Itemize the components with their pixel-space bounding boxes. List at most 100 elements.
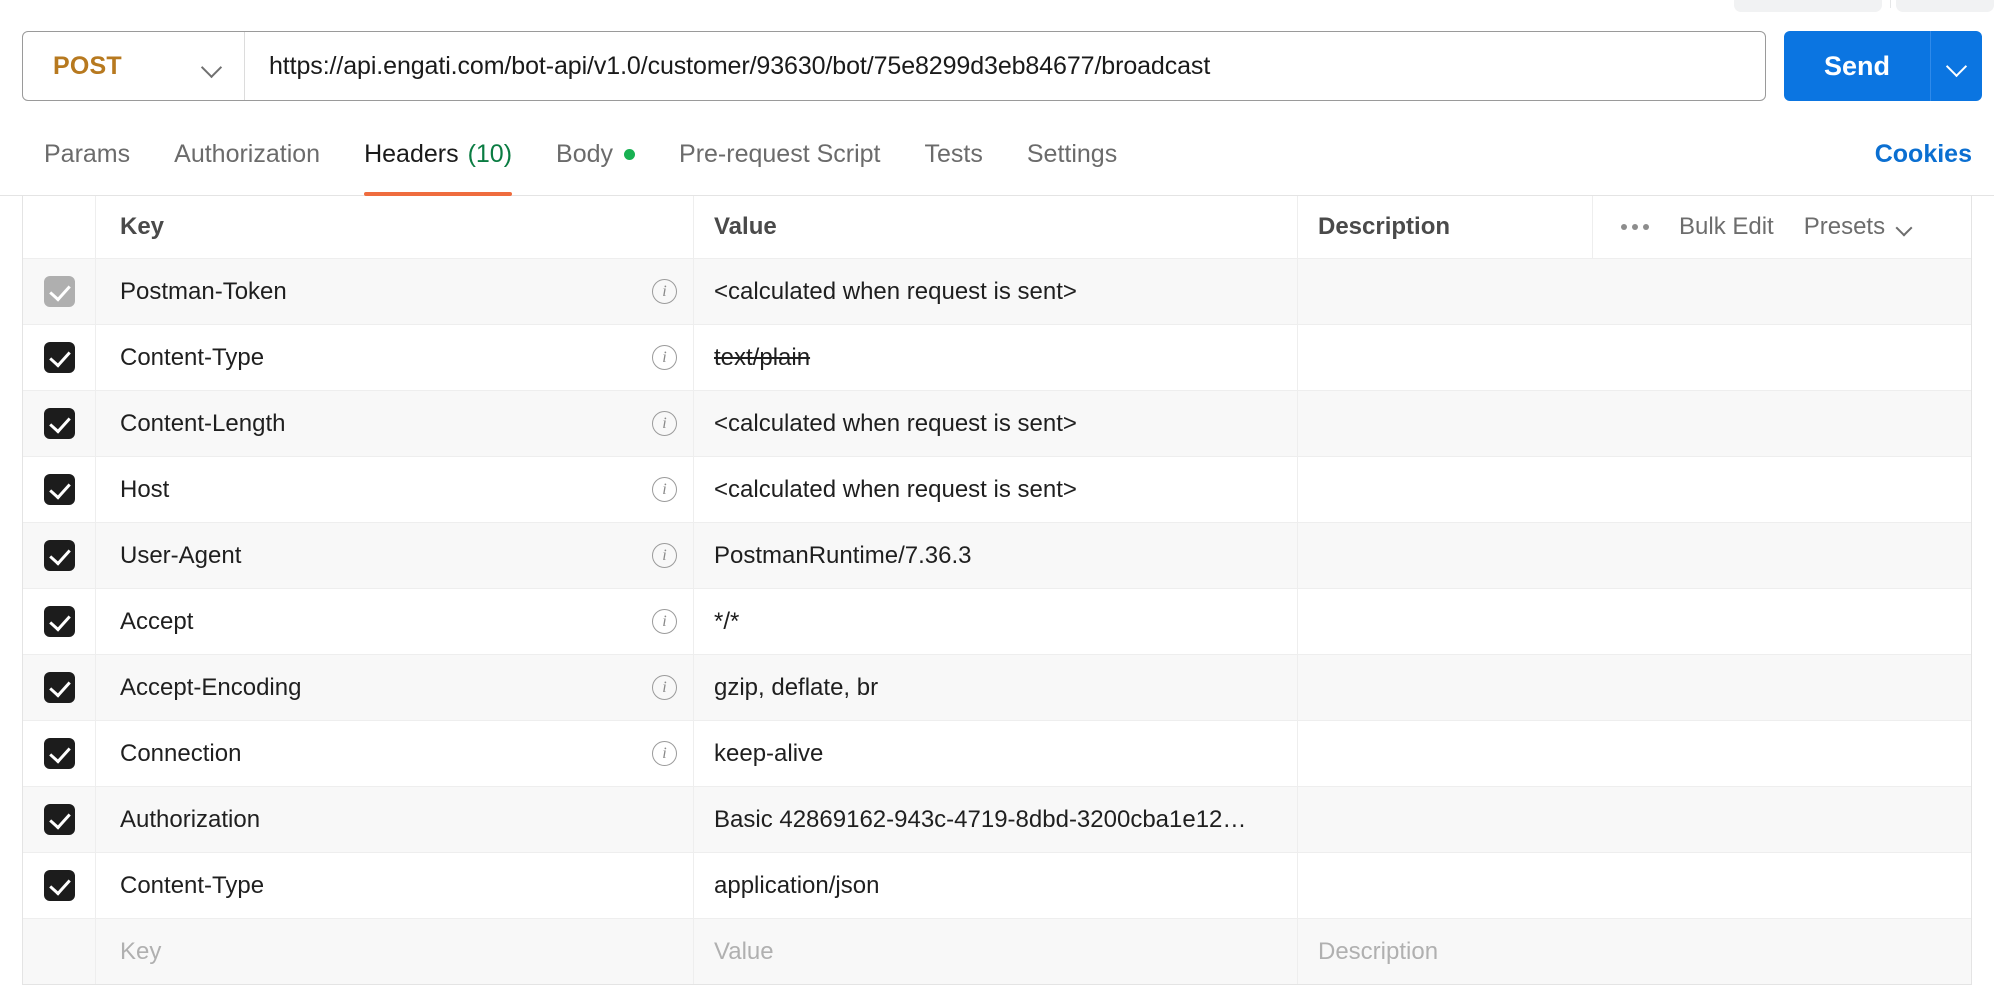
row-checkbox[interactable] — [44, 672, 75, 703]
send-button[interactable]: Send — [1784, 31, 1930, 101]
info-icon[interactable]: i — [652, 345, 677, 370]
row-key-cell[interactable]: Content-Type i — [96, 325, 694, 390]
row-description-cell[interactable] — [1298, 853, 1971, 918]
row-description-cell[interactable] — [1298, 391, 1971, 456]
row-value-cell[interactable]: text/plain — [694, 325, 1298, 390]
row-checkbox[interactable] — [44, 804, 75, 835]
column-header-key: Key — [96, 196, 694, 258]
info-icon[interactable]: i — [652, 279, 677, 304]
row-value: gzip, deflate, br — [714, 674, 878, 702]
tab-label: Authorization — [174, 140, 320, 169]
row-key: Accept-Encoding — [120, 674, 301, 702]
row-value: <calculated when request is sent> — [714, 278, 1077, 306]
info-icon[interactable]: i — [652, 411, 677, 436]
row-key-cell[interactable]: Postman-Token i — [96, 259, 694, 324]
row-checkbox-cell — [23, 523, 96, 588]
tab-pre-request-script[interactable]: Pre-request Script — [657, 128, 902, 196]
row-checkbox-cell — [23, 457, 96, 522]
tab-label: Settings — [1027, 140, 1117, 169]
row-checkbox-cell — [23, 325, 96, 390]
row-value-cell[interactable]: gzip, deflate, br — [694, 655, 1298, 720]
row-description-cell[interactable] — [1298, 457, 1971, 522]
send-button-group[interactable]: Send — [1784, 31, 1982, 101]
info-icon[interactable]: i — [652, 741, 677, 766]
chevron-down-icon — [1897, 220, 1912, 235]
table-row: Accept i */* — [23, 588, 1971, 654]
row-description-cell[interactable] — [1298, 259, 1971, 324]
row-checkbox-cell — [23, 787, 96, 852]
row-value-cell[interactable]: <calculated when request is sent> — [694, 457, 1298, 522]
row-value-cell[interactable]: PostmanRuntime/7.36.3 — [694, 523, 1298, 588]
table-row: Content-Type i text/plain — [23, 324, 1971, 390]
row-key: Host — [120, 476, 169, 504]
row-key-cell[interactable]: Host i — [96, 457, 694, 522]
chrome-pill-left — [1734, 0, 1882, 12]
table-row: Connection i keep-alive — [23, 720, 1971, 786]
row-description-cell[interactable] — [1298, 721, 1971, 786]
tab-settings[interactable]: Settings — [1005, 128, 1139, 196]
tab-tests[interactable]: Tests — [903, 128, 1005, 196]
row-key-cell[interactable]: User-Agent i — [96, 523, 694, 588]
chrome-pill-right — [1896, 0, 1994, 12]
info-icon[interactable]: i — [652, 609, 677, 634]
ellipsis-icon[interactable] — [1621, 224, 1649, 230]
tab-label: Headers — [364, 140, 459, 169]
info-icon[interactable]: i — [652, 675, 677, 700]
row-key-cell[interactable]: Accept i — [96, 589, 694, 654]
tab-headers[interactable]: Headers (10) — [342, 128, 534, 196]
tab-body[interactable]: Body — [534, 128, 657, 196]
new-row-key-input[interactable]: Key — [96, 919, 694, 984]
tab-params[interactable]: Params — [22, 128, 152, 196]
body-modified-dot-icon — [624, 149, 635, 160]
row-checkbox[interactable] — [44, 738, 75, 769]
row-checkbox[interactable] — [44, 606, 75, 637]
info-icon[interactable]: i — [652, 543, 677, 568]
row-description-cell[interactable] — [1298, 787, 1971, 852]
row-value-cell[interactable]: Basic 42869162-943c-4719-8dbd-3200cba1e1… — [694, 787, 1298, 852]
row-value-cell[interactable]: */* — [694, 589, 1298, 654]
row-value: Basic 42869162-943c-4719-8dbd-3200cba1e1… — [714, 806, 1246, 834]
row-checkbox[interactable] — [44, 870, 75, 901]
row-value-cell[interactable]: <calculated when request is sent> — [694, 259, 1298, 324]
new-row-value-input[interactable]: Value — [694, 919, 1298, 984]
table-actions: Bulk Edit Presets — [1593, 196, 1971, 258]
row-value: text/plain — [714, 344, 810, 372]
row-checkbox[interactable] — [44, 342, 75, 373]
row-description-cell[interactable] — [1298, 589, 1971, 654]
row-checkbox[interactable] — [44, 474, 75, 505]
send-options-button[interactable] — [1930, 31, 1982, 101]
presets-dropdown[interactable]: Presets — [1804, 213, 1912, 241]
row-checkbox-cell — [23, 259, 96, 324]
url-input[interactable]: https://api.engati.com/bot-api/v1.0/cust… — [245, 32, 1765, 100]
request-tabs-bar: Params Authorization Headers (10) Body P… — [0, 128, 1994, 196]
row-key-cell[interactable]: Content-Type — [96, 853, 694, 918]
row-value-cell[interactable]: application/json — [694, 853, 1298, 918]
row-key-cell[interactable]: Authorization — [96, 787, 694, 852]
row-checkbox[interactable] — [44, 276, 75, 307]
info-icon[interactable]: i — [652, 477, 677, 502]
row-description-cell[interactable] — [1298, 523, 1971, 588]
row-value-cell[interactable]: <calculated when request is sent> — [694, 391, 1298, 456]
bulk-edit-button[interactable]: Bulk Edit — [1679, 213, 1774, 241]
new-row-description-input[interactable]: Description — [1298, 919, 1971, 984]
row-description-cell[interactable] — [1298, 325, 1971, 390]
row-description-cell[interactable] — [1298, 655, 1971, 720]
row-value: <calculated when request is sent> — [714, 410, 1077, 438]
row-checkbox[interactable] — [44, 408, 75, 439]
row-checkbox[interactable] — [44, 540, 75, 571]
chevron-down-icon — [202, 56, 222, 76]
tab-label: Tests — [925, 140, 983, 169]
row-key-cell[interactable]: Connection i — [96, 721, 694, 786]
presets-label: Presets — [1804, 213, 1885, 241]
tab-authorization[interactable]: Authorization — [152, 128, 342, 196]
row-key-cell[interactable]: Accept-Encoding i — [96, 655, 694, 720]
row-key-cell[interactable]: Content-Length i — [96, 391, 694, 456]
header-checkbox-cell — [23, 196, 96, 258]
http-method-select[interactable]: POST — [23, 32, 245, 100]
new-header-row: Key Value Description — [23, 918, 1971, 984]
row-checkbox-cell — [23, 853, 96, 918]
row-key: Accept — [120, 608, 193, 636]
cookies-link[interactable]: Cookies — [1875, 140, 1972, 169]
tab-label: Body — [556, 140, 613, 169]
row-value-cell[interactable]: keep-alive — [694, 721, 1298, 786]
